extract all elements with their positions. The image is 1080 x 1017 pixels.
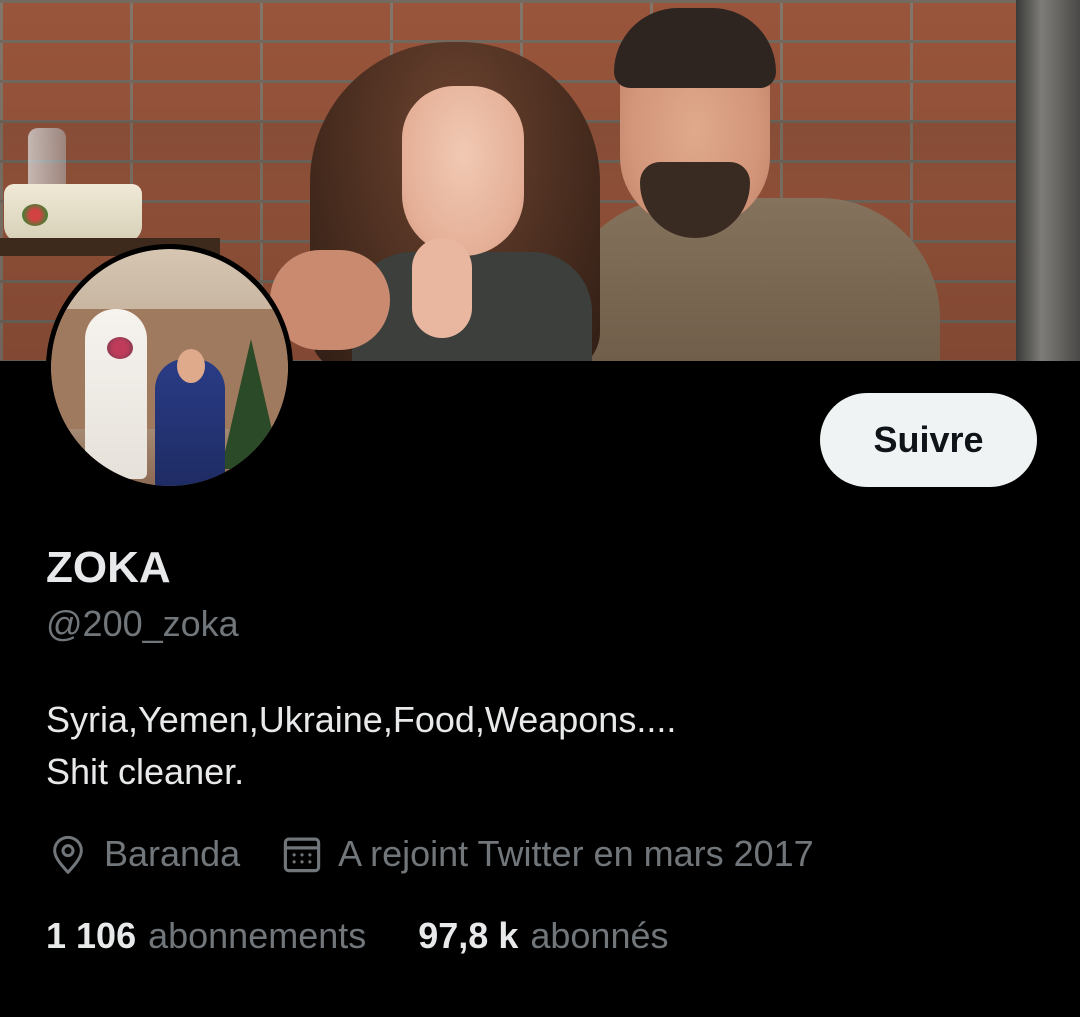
followers-link[interactable]: 97,8 k abonnés [418,910,668,962]
banner-woman-face [402,86,524,256]
following-link[interactable]: 1 106 abonnements [46,910,366,962]
banner-pot-flower [22,204,48,226]
profile-bio: Syria,Yemen,Ukraine,Food,Weapons.... Shi… [46,694,1006,798]
banner-bottle [28,128,66,188]
banner-door [1016,0,1080,361]
location-text: Baranda [104,833,241,874]
following-label: abonnements [148,915,367,956]
joined-text: A rejoint Twitter en mars 2017 [338,833,814,874]
profile-stats: 1 106 abonnements 97,8 k abonnés [46,910,721,962]
avatar[interactable] [46,244,293,491]
banner-woman-hand [412,238,472,338]
banner-pot [4,184,142,242]
profile-page: Suivre ZOKA @200_zoka Syria,Yemen,Ukrain… [0,0,1080,1017]
profile-meta: Baranda A rejoint Twitter en mars 2017 [46,826,854,882]
location-item: Baranda [46,832,240,876]
joined-item: A rejoint Twitter en mars 2017 [280,832,814,876]
follow-button[interactable]: Suivre [820,393,1037,487]
avatar-christmas-tree [221,339,281,469]
location-pin-icon [46,832,90,876]
avatar-groom-head [177,349,205,383]
following-count: 1 106 [46,915,137,956]
bio-line: Shit cleaner. [46,751,245,792]
calendar-icon [280,832,324,876]
display-name: ZOKA [46,543,171,592]
avatar-bride [85,309,147,479]
avatar-bouquet [107,337,133,359]
avatar-photo [51,249,288,486]
user-handle: @200_zoka [46,603,239,644]
bio-line: Syria,Yemen,Ukraine,Food,Weapons.... [46,699,677,740]
followers-label: abonnés [530,915,669,956]
followers-count: 97,8 k [418,915,519,956]
